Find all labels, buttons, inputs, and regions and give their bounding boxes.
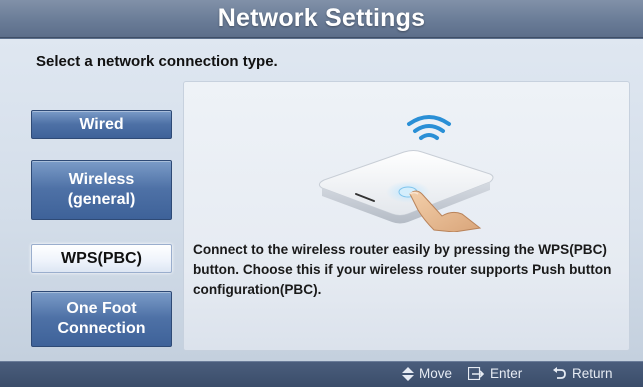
wifi-signal-icon	[407, 115, 451, 140]
wireless-general-option-button[interactable]: Wireless (general)	[31, 160, 172, 220]
wireless-option-label-line1: Wireless	[68, 171, 135, 188]
return-icon	[553, 367, 566, 379]
enter-icon	[468, 367, 485, 380]
network-settings-screen: Network Settings Select a network connec…	[0, 0, 643, 387]
one-foot-option-label: One Foot Connection	[58, 299, 146, 339]
router-push-button-icon	[318, 115, 494, 232]
wired-option-label: Wired	[79, 115, 124, 133]
one-foot-option-label-line1: One Foot	[66, 300, 137, 317]
one-foot-connection-option-button[interactable]: One Foot Connection	[31, 291, 172, 347]
move-hint: Move	[402, 366, 452, 381]
footer-hint-bar: Move Enter Return	[0, 361, 643, 387]
option-detail-panel: Connect to the wireless router easily by…	[183, 81, 630, 351]
return-hint: Return	[553, 366, 613, 381]
up-down-arrows-icon	[402, 366, 414, 381]
wps-pbc-option-button[interactable]: WPS(PBC)	[31, 244, 172, 273]
wired-option-button[interactable]: Wired	[31, 110, 172, 139]
enter-hint-label: Enter	[490, 366, 523, 381]
window-title: Network Settings	[217, 4, 426, 32]
enter-hint: Enter	[468, 366, 522, 381]
return-hint-label: Return	[572, 366, 613, 381]
option-description-text: Connect to the wireless router easily by…	[193, 242, 612, 297]
move-hint-label: Move	[419, 366, 453, 381]
wireless-option-label: Wireless (general)	[68, 170, 136, 210]
wireless-option-label-line2: (general)	[67, 191, 136, 208]
instruction-text: Select a network connection type.	[36, 53, 278, 70]
content-area: Select a network connection type. Wired …	[0, 39, 643, 361]
title-bar: Network Settings	[0, 0, 643, 38]
one-foot-option-label-line2: Connection	[57, 320, 146, 337]
wps-option-label: WPS(PBC)	[61, 249, 142, 267]
